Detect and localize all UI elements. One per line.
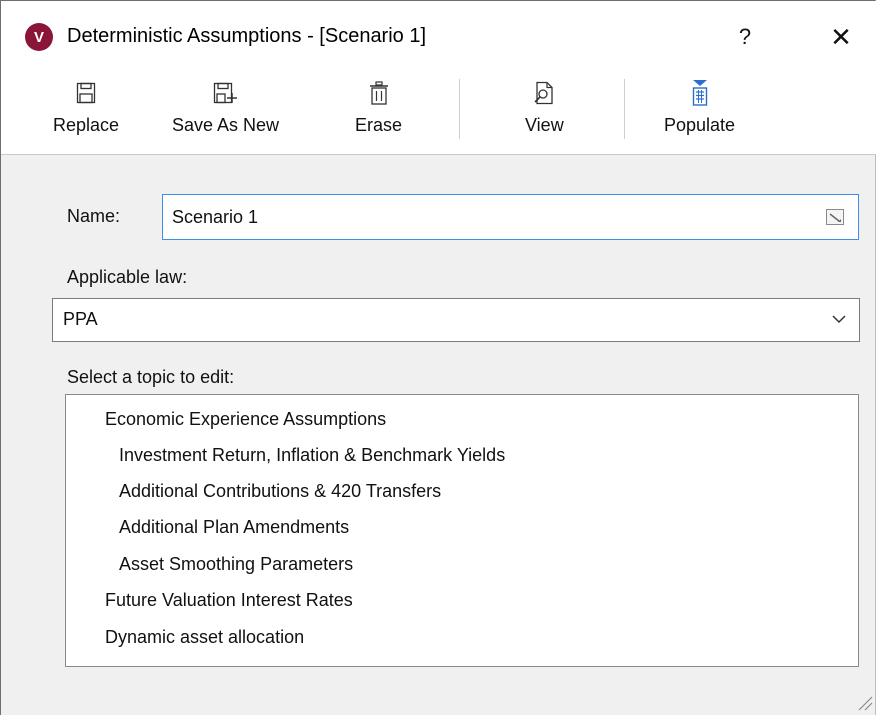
populate-icon: [690, 77, 710, 109]
list-item[interactable]: Additional Plan Amendments: [119, 517, 349, 538]
trash-icon: [369, 77, 389, 109]
topic-list[interactable]: Economic Experience Assumptions Investme…: [65, 394, 859, 667]
chevron-down-icon[interactable]: [831, 313, 847, 325]
view-document-icon: [533, 77, 555, 109]
help-button[interactable]: ?: [723, 15, 767, 59]
name-input[interactable]: [170, 203, 810, 231]
save-as-new-button[interactable]: Save As New: [172, 77, 279, 141]
populate-button[interactable]: Populate: [664, 77, 735, 141]
resize-grip-icon[interactable]: [853, 691, 873, 711]
app-logo-icon: V: [25, 23, 53, 51]
erase-button[interactable]: Erase: [355, 77, 402, 141]
list-item[interactable]: Economic Experience Assumptions: [105, 409, 386, 430]
close-button[interactable]: ✕: [819, 15, 863, 59]
toolbar: Replace Save As New Erase View Populate: [1, 61, 876, 155]
applicable-law-value: PPA: [63, 309, 98, 329]
toolbar-separator: [624, 79, 625, 139]
title-bar[interactable]: V Deterministic Assumptions - [Scenario …: [1, 1, 876, 61]
window-title: Deterministic Assumptions - [Scenario 1]: [67, 25, 427, 47]
topic-label: Select a topic to edit:: [67, 367, 235, 387]
name-label: Name:: [67, 206, 121, 226]
view-label: View: [525, 115, 564, 135]
list-item[interactable]: Asset Smoothing Parameters: [119, 554, 353, 575]
erase-label: Erase: [355, 115, 403, 135]
toolbar-separator: [459, 79, 460, 139]
list-item[interactable]: Additional Contributions & 420 Transfers: [119, 481, 441, 502]
dialog-window: V Deterministic Assumptions - [Scenario …: [0, 0, 876, 715]
save-as-new-label: Save As New: [172, 115, 280, 135]
view-button[interactable]: View: [525, 77, 564, 141]
edit-field-icon[interactable]: [826, 209, 844, 225]
replace-button[interactable]: Replace: [53, 77, 119, 141]
name-field[interactable]: [162, 194, 859, 240]
save-disk-icon: [76, 77, 96, 109]
applicable-law-label: Applicable law:: [67, 267, 188, 287]
list-item[interactable]: Investment Return, Inflation & Benchmark…: [119, 445, 505, 466]
applicable-law-select[interactable]: PPA: [52, 298, 860, 342]
list-item[interactable]: Dynamic asset allocation: [105, 627, 304, 648]
save-as-new-icon: [213, 77, 239, 109]
list-item[interactable]: Future Valuation Interest Rates: [105, 590, 353, 611]
replace-label: Replace: [53, 115, 120, 135]
populate-label: Populate: [664, 115, 736, 135]
